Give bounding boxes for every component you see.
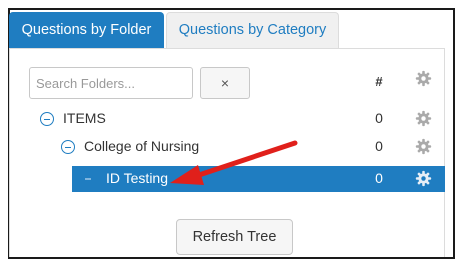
gear-icon[interactable] xyxy=(415,110,432,127)
tab-questions-by-category[interactable]: Questions by Category xyxy=(166,12,339,48)
search-folders-input[interactable] xyxy=(29,67,193,99)
clear-search-button[interactable]: × xyxy=(200,67,250,99)
tree-item-count: 0 xyxy=(375,110,383,126)
refresh-tree-button[interactable]: Refresh Tree xyxy=(176,219,293,255)
collapse-icon[interactable] xyxy=(61,140,75,154)
tree-item-label: ID Testing xyxy=(106,170,168,186)
annotation-arrow-icon xyxy=(170,140,298,185)
tree-item-count: 0 xyxy=(375,138,383,154)
collapse-icon[interactable] xyxy=(40,112,54,126)
leaf-dash-icon xyxy=(85,178,91,180)
gear-icon[interactable] xyxy=(415,138,432,155)
count-column-header: # xyxy=(375,74,383,89)
tab-questions-by-folder[interactable]: Questions by Folder xyxy=(9,12,164,48)
tree-item-label: ITEMS xyxy=(63,110,106,126)
gear-icon[interactable] xyxy=(415,170,432,187)
tree-item-count: 0 xyxy=(375,170,383,186)
gear-icon[interactable] xyxy=(415,70,432,87)
